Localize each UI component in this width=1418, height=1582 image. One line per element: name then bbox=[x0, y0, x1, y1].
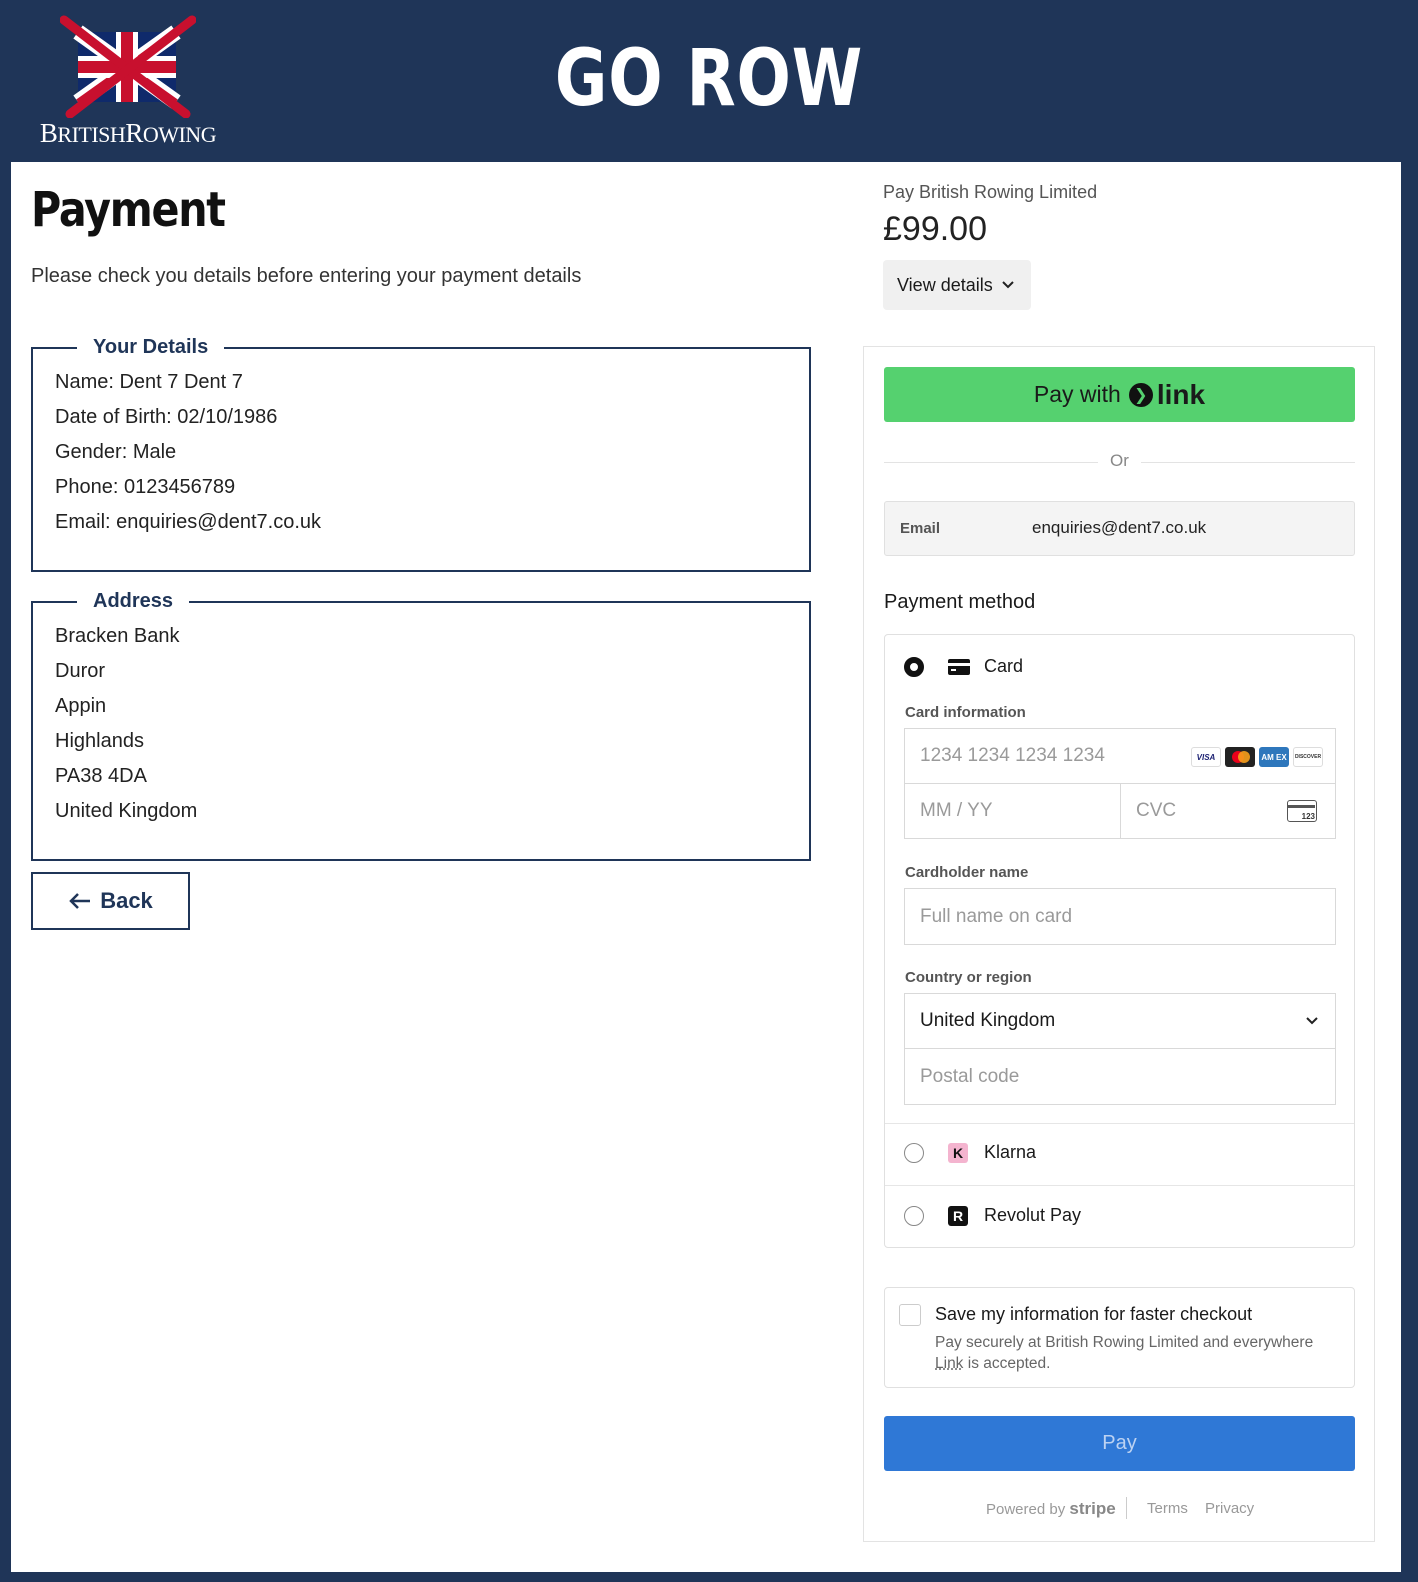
terms-link[interactable]: Terms bbox=[1147, 1500, 1188, 1517]
cardholder-placeholder: Full name on card bbox=[920, 905, 1073, 927]
country-select[interactable]: United Kingdom bbox=[904, 993, 1336, 1049]
cardholder-label: Cardholder name bbox=[905, 864, 1029, 881]
back-button[interactable]: Back bbox=[31, 872, 190, 930]
card-info-label: Card information bbox=[905, 704, 1026, 721]
revolut-option-label: Revolut Pay bbox=[984, 1205, 1082, 1225]
link-logo: ❯ link bbox=[1128, 378, 1206, 411]
chevron-down-icon bbox=[1306, 1017, 1318, 1025]
go-row-title: GO ROW bbox=[554, 34, 864, 124]
stripe-footer: Powered by stripe Terms Privacy bbox=[864, 1497, 1374, 1521]
revolut-radio[interactable] bbox=[904, 1206, 924, 1226]
address-postcode: PA38 4DA bbox=[55, 765, 147, 787]
address-line: Highlands bbox=[55, 730, 144, 752]
save-info-description: Pay securely at British Rowing Limited a… bbox=[935, 1334, 1314, 1372]
cvc-placeholder: CVC bbox=[1136, 800, 1177, 821]
page-title: Payment bbox=[31, 182, 226, 238]
link-brand-text: link bbox=[1156, 378, 1206, 410]
page-subtitle: Please check you details before entering… bbox=[31, 265, 582, 287]
country-value: United Kingdom bbox=[920, 1010, 1056, 1031]
privacy-link[interactable]: Privacy bbox=[1205, 1500, 1254, 1517]
or-text: Or bbox=[1110, 451, 1129, 470]
address-legend: Address bbox=[93, 590, 174, 612]
amex-icon: AM EX bbox=[1259, 747, 1289, 767]
address-country: United Kingdom bbox=[55, 800, 198, 822]
expiry-placeholder: MM / YY bbox=[920, 800, 993, 821]
site-header: BRITISHROWING GO ROW bbox=[0, 0, 1418, 162]
your-details-box: Your Details Name: Dent 7 Dent 7 Date of… bbox=[31, 336, 811, 572]
postal-placeholder: Postal code bbox=[920, 1065, 1020, 1087]
klarna-radio[interactable] bbox=[904, 1143, 924, 1163]
back-label: Back bbox=[100, 888, 153, 913]
payment-method-title: Payment method bbox=[884, 591, 1036, 613]
link-arrow-icon: ❯ bbox=[1128, 382, 1153, 407]
view-details-button[interactable]: View details bbox=[883, 260, 1031, 310]
payment-method-options: Card Card information 1234 1234 1234 123… bbox=[884, 634, 1355, 1248]
detail-dob: Date of Birth: 02/10/1986 bbox=[55, 406, 278, 428]
email-field[interactable]: Email enquiries@dent7.co.uk bbox=[884, 501, 1355, 556]
address-line: Appin bbox=[55, 695, 107, 717]
card-number-placeholder: 1234 1234 1234 1234 bbox=[920, 745, 1105, 766]
stripe-logo: stripe bbox=[1069, 1499, 1116, 1518]
cardholder-name-input[interactable]: Full name on card bbox=[904, 888, 1336, 945]
save-info-box: Save my information for faster checkout … bbox=[884, 1287, 1355, 1388]
amount-due: £99.00 bbox=[883, 210, 987, 248]
your-details-legend: Your Details bbox=[93, 336, 209, 358]
merchant-name: Pay British Rowing Limited bbox=[883, 182, 1098, 202]
pay-label: Pay bbox=[1102, 1432, 1137, 1454]
card-radio[interactable] bbox=[904, 657, 924, 677]
country-label: Country or region bbox=[905, 969, 1032, 986]
cvc-input[interactable]: CVC 123 bbox=[1120, 783, 1336, 839]
detail-email: Email: enquiries@dent7.co.uk bbox=[55, 511, 321, 533]
detail-gender: Gender: Male bbox=[55, 441, 177, 463]
card-number-input[interactable]: 1234 1234 1234 1234 VISA AM EX DISCOVER bbox=[904, 728, 1336, 784]
save-info-title: Save my information for faster checkout bbox=[935, 1304, 1253, 1324]
discover-icon: DISCOVER bbox=[1293, 747, 1323, 767]
visa-icon: VISA bbox=[1191, 747, 1221, 767]
credit-card-icon bbox=[948, 659, 970, 675]
powered-by-stripe[interactable]: Powered by stripe bbox=[986, 1499, 1116, 1519]
expiry-input[interactable]: MM / YY bbox=[904, 783, 1121, 839]
save-info-checkbox[interactable] bbox=[899, 1304, 921, 1326]
detail-name: Name: Dent 7 Dent 7 bbox=[55, 371, 243, 393]
postal-code-input[interactable]: Postal code bbox=[904, 1048, 1336, 1105]
chevron-down-icon bbox=[1002, 281, 1014, 289]
main-panel: Payment Please check you details before … bbox=[11, 162, 1401, 1572]
pay-with-label: Pay with bbox=[1033, 381, 1121, 407]
card-brand-icons: VISA AM EX DISCOVER bbox=[1191, 747, 1323, 767]
link-text[interactable]: Link bbox=[935, 1355, 963, 1372]
address-box: Address Bracken Bank Duror Appin Highlan… bbox=[31, 590, 811, 861]
klarna-option-label: Klarna bbox=[984, 1142, 1037, 1162]
address-line: Duror bbox=[55, 660, 106, 682]
mastercard-icon bbox=[1225, 747, 1255, 767]
detail-phone: Phone: 0123456789 bbox=[55, 476, 236, 498]
revolut-icon: R bbox=[948, 1206, 968, 1226]
view-details-label: View details bbox=[897, 274, 993, 295]
email-value: enquiries@dent7.co.uk bbox=[1032, 518, 1207, 537]
cvc-card-icon: 123 bbox=[1287, 800, 1317, 822]
pay-with-link-button[interactable]: Pay with ❯ link bbox=[884, 367, 1355, 422]
card-option-label: Card bbox=[984, 656, 1024, 676]
pay-button[interactable]: Pay bbox=[884, 1416, 1355, 1471]
klarna-icon: K bbox=[948, 1143, 968, 1163]
divider bbox=[885, 1185, 1354, 1186]
address-line: Bracken Bank bbox=[55, 625, 180, 647]
email-label: Email bbox=[900, 520, 941, 537]
divider bbox=[885, 1123, 1354, 1124]
stripe-checkout-panel: Pay with ❯ link Or Email enquiries@dent7… bbox=[863, 346, 1375, 1542]
or-divider: Or bbox=[884, 451, 1355, 473]
arrow-left-icon bbox=[69, 893, 91, 909]
